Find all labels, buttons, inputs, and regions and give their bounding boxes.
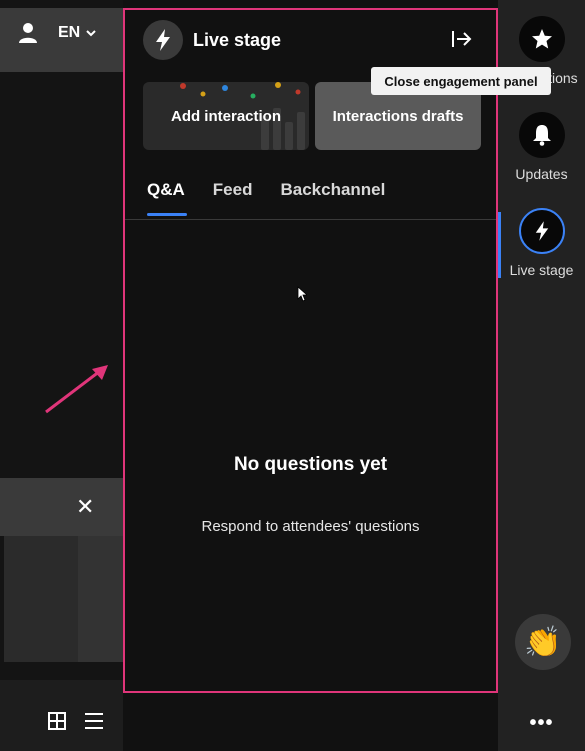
interactions-drafts-label: Interactions drafts (332, 108, 464, 125)
add-interaction-label: Add interaction (170, 108, 281, 125)
user-icon[interactable] (18, 22, 38, 44)
rail-interactions-button[interactable] (519, 16, 565, 62)
tab-backchannel[interactable]: Backchannel (280, 180, 385, 200)
right-rail: Interactions Updates Live stage 👏 ••• (498, 0, 585, 751)
more-options-icon[interactable]: ••• (498, 712, 585, 735)
empty-state-title: No questions yet (233, 454, 388, 475)
list-view-icon[interactable] (84, 712, 104, 730)
engagement-panel: Live stage Add interaction Interactions … (123, 8, 498, 693)
close-panel-icon[interactable] (451, 28, 473, 50)
rail-updates-button[interactable] (519, 112, 565, 158)
add-interaction-card[interactable]: Add interaction (143, 82, 309, 150)
clap-reaction-icon[interactable]: 👏 (515, 614, 571, 670)
mouse-cursor-icon (297, 286, 307, 302)
tab-qa[interactable]: Q&A (147, 180, 187, 216)
star-icon (532, 29, 552, 49)
left-close-row (0, 478, 123, 536)
grid-view-icon[interactable] (48, 712, 66, 730)
close-icon[interactable]: ✕ (76, 496, 94, 518)
empty-state-subtitle: Respond to attendees' questions (201, 518, 420, 535)
rail-live-stage-button[interactable] (519, 208, 565, 254)
bolt-icon (535, 221, 549, 241)
language-label: EN (58, 24, 81, 41)
annotation-arrow-icon (45, 365, 108, 414)
live-stage-badge (143, 20, 183, 60)
language-selector[interactable]: EN (58, 24, 96, 42)
bell-icon (533, 125, 551, 146)
tabs-divider (125, 219, 496, 220)
tab-feed[interactable]: Feed (213, 180, 253, 200)
left-sidebar: EN ✕ (0, 0, 123, 751)
video-tile-secondary (78, 536, 123, 662)
close-panel-tooltip: Close engagement panel (371, 67, 551, 95)
chevron-down-icon (86, 30, 96, 37)
bolt-icon (156, 29, 170, 51)
rail-live-stage-label: Live stage (509, 262, 574, 278)
panel-title: Live stage (193, 30, 282, 50)
rail-updates-label: Updates (515, 166, 568, 182)
panel-tabs: Q&A Feed Backchannel (147, 180, 385, 216)
